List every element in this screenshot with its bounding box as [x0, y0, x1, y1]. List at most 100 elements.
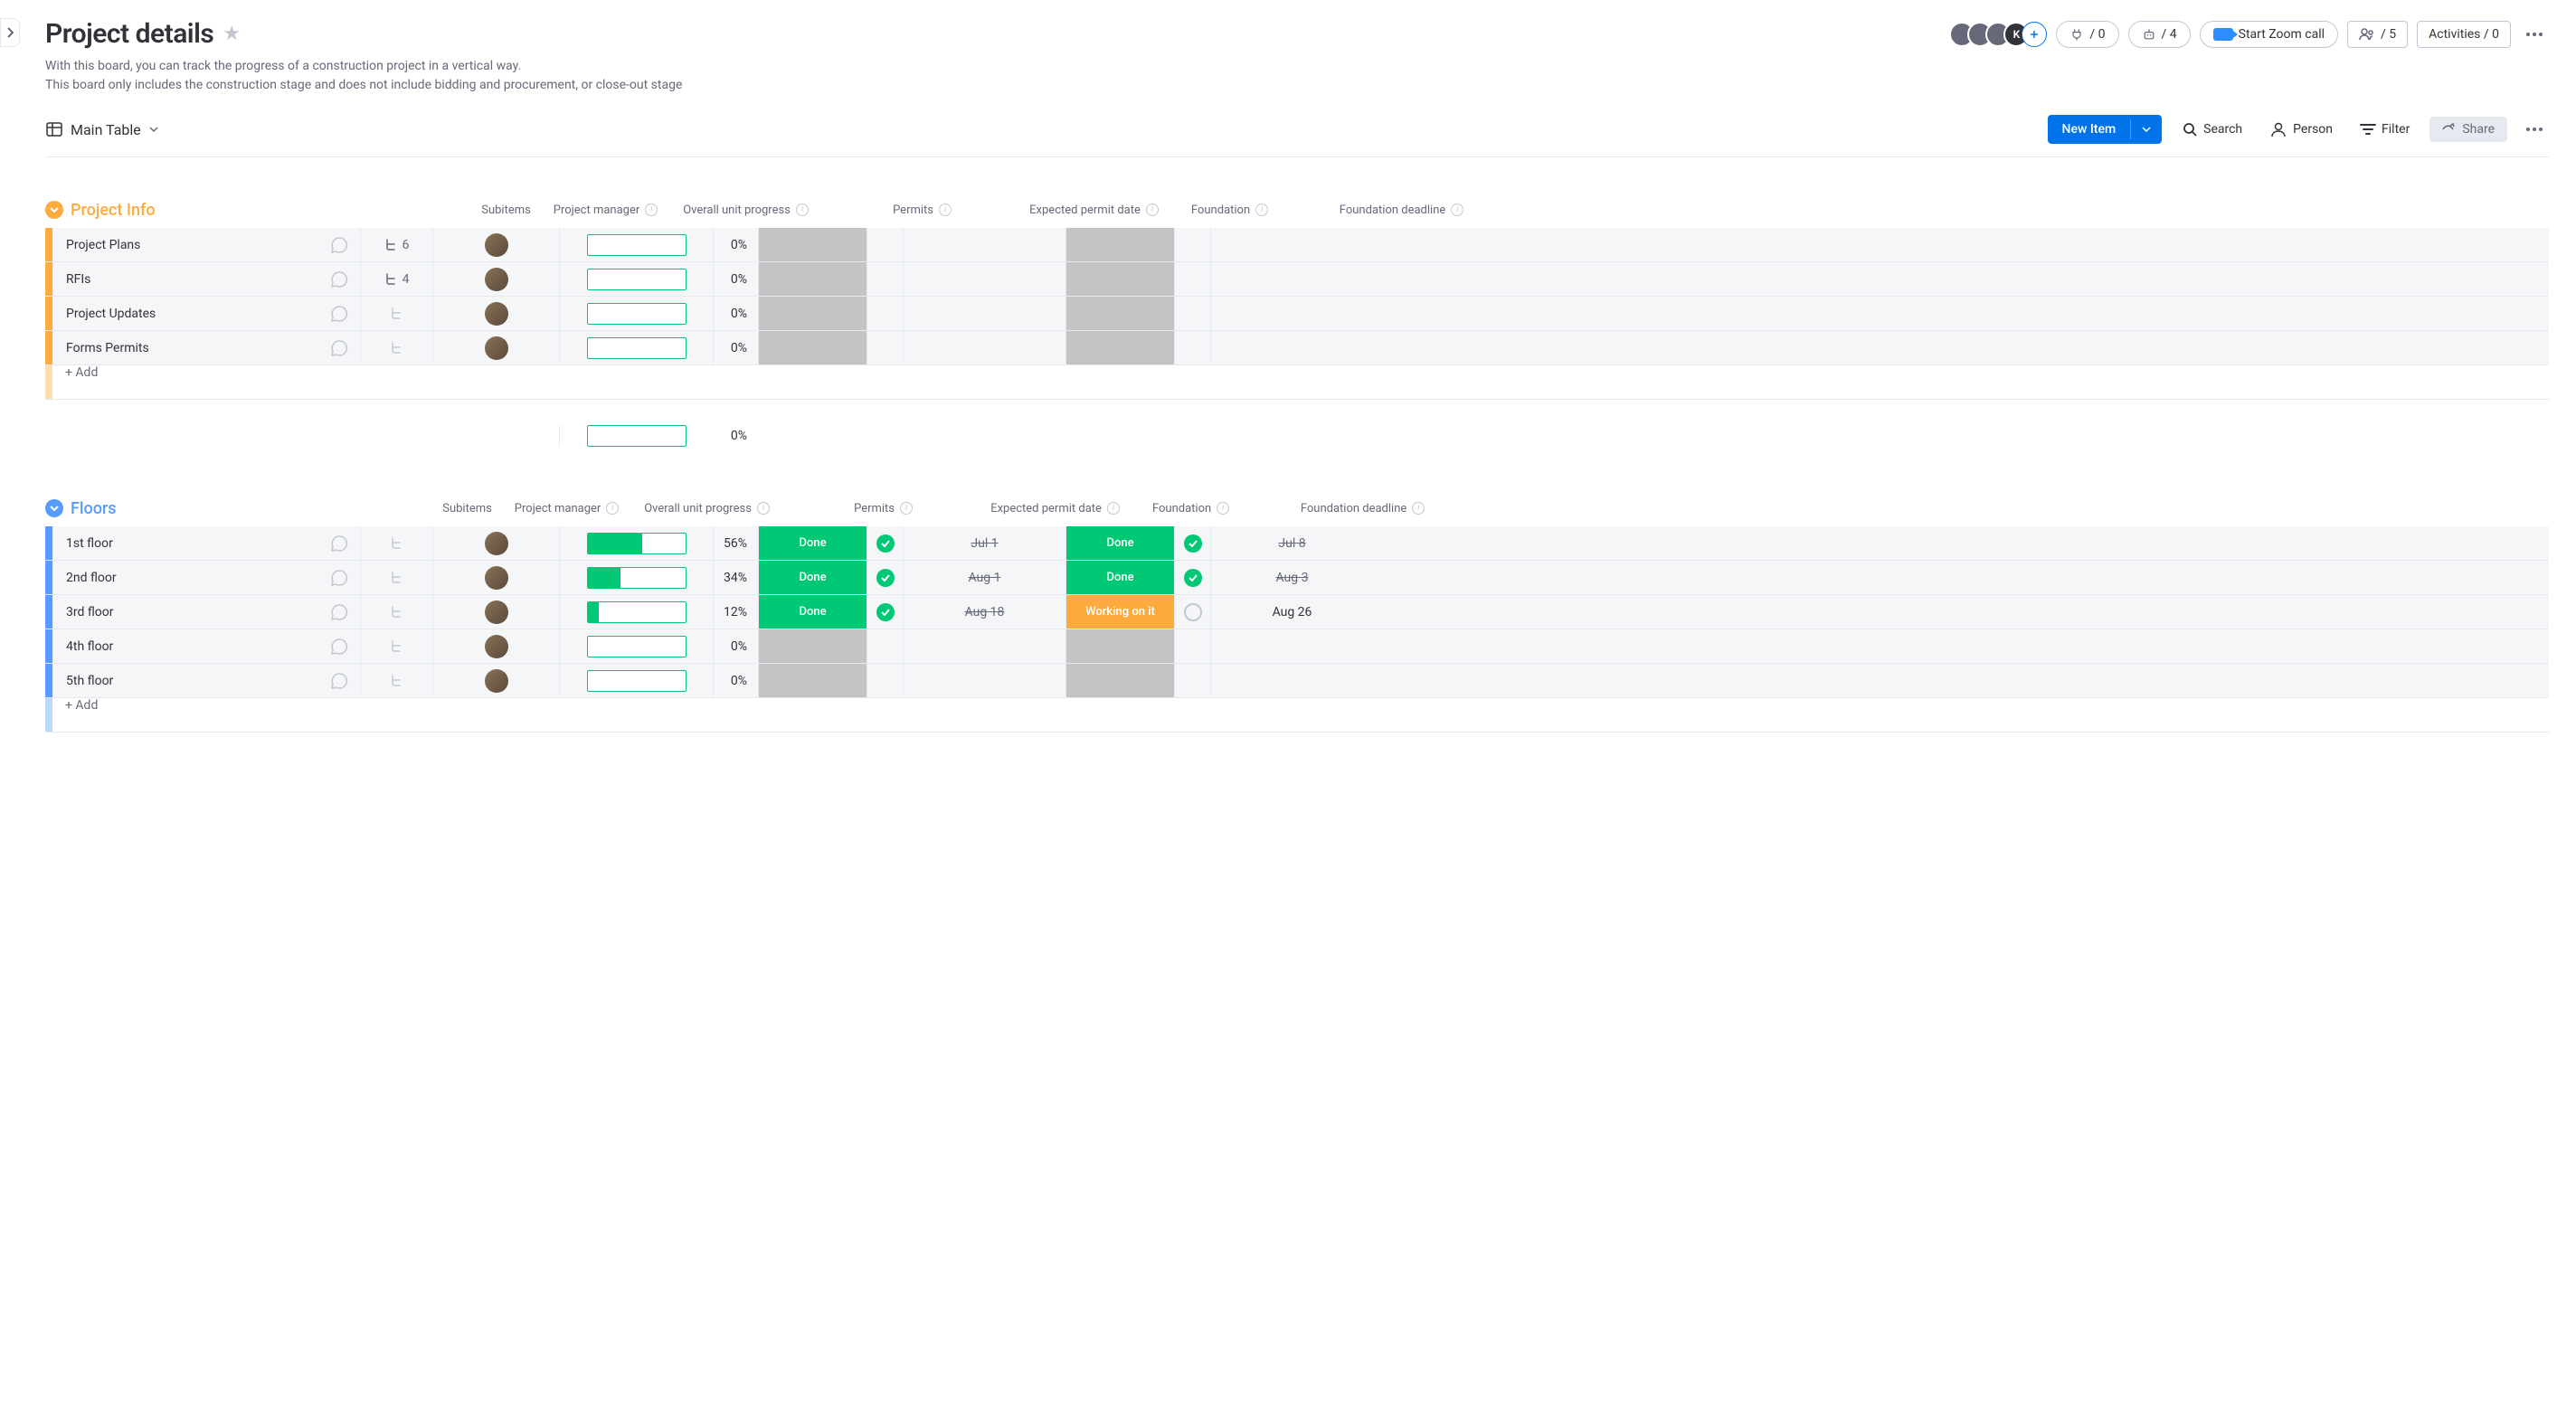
permit-date-cell[interactable]: [903, 629, 1065, 663]
add-item-label[interactable]: + Add: [52, 698, 98, 732]
status-cell[interactable]: [1065, 331, 1174, 364]
progress-cell[interactable]: [559, 629, 713, 663]
pm-cell[interactable]: [432, 561, 559, 594]
table-row[interactable]: RFIs 4 0%: [45, 262, 2549, 297]
new-item-button[interactable]: New Item: [2048, 115, 2163, 144]
group-title[interactable]: Project Info: [71, 201, 156, 220]
progress-cell[interactable]: [559, 262, 713, 296]
item-name-cell[interactable]: 3rd floor: [52, 595, 360, 629]
chat-icon[interactable]: [329, 338, 349, 358]
item-name-cell[interactable]: 5th floor: [52, 664, 360, 697]
check-cell[interactable]: [1174, 629, 1210, 663]
pm-cell[interactable]: [432, 629, 559, 663]
subitem-icon[interactable]: [390, 674, 404, 688]
members-count-button[interactable]: / 5: [2347, 21, 2408, 48]
foundation-date-cell[interactable]: [1210, 664, 1373, 697]
group-collapse-toggle[interactable]: [45, 201, 63, 219]
chat-icon[interactable]: [329, 637, 349, 657]
status-cell[interactable]: [758, 262, 867, 296]
col-subitems[interactable]: Subitems: [431, 502, 504, 515]
status-cell[interactable]: [1065, 297, 1174, 330]
foundation-date-cell[interactable]: Aug 26: [1210, 595, 1373, 629]
chat-icon[interactable]: [329, 534, 349, 553]
status-cell[interactable]: [758, 664, 867, 697]
foundation-date-cell[interactable]: [1210, 331, 1373, 364]
automations-button[interactable]: / 4: [2128, 21, 2191, 48]
subitem-count[interactable]: 6: [384, 238, 410, 252]
status-cell[interactable]: Done: [1065, 526, 1174, 560]
chat-icon[interactable]: [329, 602, 349, 622]
check-cell[interactable]: [1174, 595, 1210, 629]
foundation-date-cell[interactable]: [1210, 629, 1373, 663]
status-cell[interactable]: [1065, 629, 1174, 663]
item-name-cell[interactable]: Project Updates: [52, 297, 360, 330]
check-cell[interactable]: [867, 595, 903, 629]
chat-icon[interactable]: [329, 568, 349, 588]
favorite-star-icon[interactable]: ★: [223, 23, 241, 45]
chat-icon[interactable]: [329, 304, 349, 324]
subitem-icon[interactable]: [390, 307, 404, 321]
toolbar-more-button[interactable]: [2520, 115, 2549, 144]
group-title[interactable]: Floors: [71, 499, 117, 518]
col-progress[interactable]: Overall unit progress i: [630, 502, 784, 515]
progress-cell[interactable]: [559, 526, 713, 560]
add-item-label[interactable]: + Add: [52, 365, 98, 399]
col-pm[interactable]: Project manager i: [504, 502, 630, 515]
permit-date-cell[interactable]: Aug 1: [903, 561, 1065, 594]
pm-cell[interactable]: [432, 331, 559, 364]
check-cell[interactable]: [867, 526, 903, 560]
col-permit-date[interactable]: Expected permit date i: [974, 502, 1137, 515]
check-cell[interactable]: [867, 331, 903, 364]
foundation-date-cell[interactable]: [1210, 262, 1373, 296]
check-cell[interactable]: [867, 228, 903, 261]
progress-cell[interactable]: [559, 561, 713, 594]
permit-date-cell[interactable]: [903, 262, 1065, 296]
share-button[interactable]: Share: [2429, 117, 2507, 142]
subitem-icon[interactable]: [390, 536, 404, 551]
add-item-row[interactable]: + Add: [45, 698, 2549, 733]
subitem-icon[interactable]: [390, 341, 404, 355]
status-cell[interactable]: Working on it: [1065, 595, 1174, 629]
status-cell[interactable]: [1065, 664, 1174, 697]
item-name-cell[interactable]: Project Plans: [52, 228, 360, 261]
table-row[interactable]: 3rd floor 12% Done Aug 18 Working on it …: [45, 595, 2549, 629]
check-cell[interactable]: [1174, 664, 1210, 697]
status-cell[interactable]: Done: [758, 561, 867, 594]
col-pm[interactable]: Project manager i: [543, 203, 669, 217]
status-cell[interactable]: [758, 228, 867, 261]
chat-icon[interactable]: [329, 270, 349, 289]
item-name-cell[interactable]: 2nd floor: [52, 561, 360, 594]
board-members-avatars[interactable]: K: [1949, 22, 2047, 47]
permit-date-cell[interactable]: [903, 297, 1065, 330]
start-zoom-button[interactable]: Start Zoom call: [2200, 21, 2338, 48]
group-collapse-toggle[interactable]: [45, 499, 63, 517]
status-cell[interactable]: [758, 629, 867, 663]
item-name-cell[interactable]: RFIs: [52, 262, 360, 296]
table-row[interactable]: 1st floor 56% Done Jul 1 Done Jul 8: [45, 526, 2549, 561]
foundation-date-cell[interactable]: [1210, 297, 1373, 330]
permit-date-cell[interactable]: [903, 664, 1065, 697]
col-foundation[interactable]: Foundation i: [1137, 502, 1245, 515]
chat-icon[interactable]: [329, 671, 349, 691]
search-button[interactable]: Search: [2174, 116, 2249, 143]
permit-date-cell[interactable]: [903, 331, 1065, 364]
item-name-cell[interactable]: 4th floor: [52, 629, 360, 663]
check-cell[interactable]: [1174, 526, 1210, 560]
new-item-dropdown[interactable]: [2130, 119, 2162, 139]
status-cell[interactable]: [758, 331, 867, 364]
table-row[interactable]: 2nd floor 34% Done Aug 1 Done Aug 3: [45, 561, 2549, 595]
check-cell[interactable]: [867, 297, 903, 330]
check-cell[interactable]: [1174, 331, 1210, 364]
col-subitems[interactable]: Subitems: [470, 203, 543, 217]
check-cell[interactable]: [1174, 561, 1210, 594]
status-cell[interactable]: Done: [758, 595, 867, 629]
col-permits[interactable]: Permits i: [868, 203, 977, 217]
pm-cell[interactable]: [432, 595, 559, 629]
table-row[interactable]: Project Updates 0%: [45, 297, 2549, 331]
add-member-icon[interactable]: [2022, 22, 2047, 47]
person-filter-button[interactable]: Person: [2262, 115, 2340, 144]
foundation-date-cell[interactable]: [1210, 228, 1373, 261]
check-cell[interactable]: [1174, 297, 1210, 330]
permit-date-cell[interactable]: [903, 228, 1065, 261]
chat-icon[interactable]: [329, 235, 349, 255]
